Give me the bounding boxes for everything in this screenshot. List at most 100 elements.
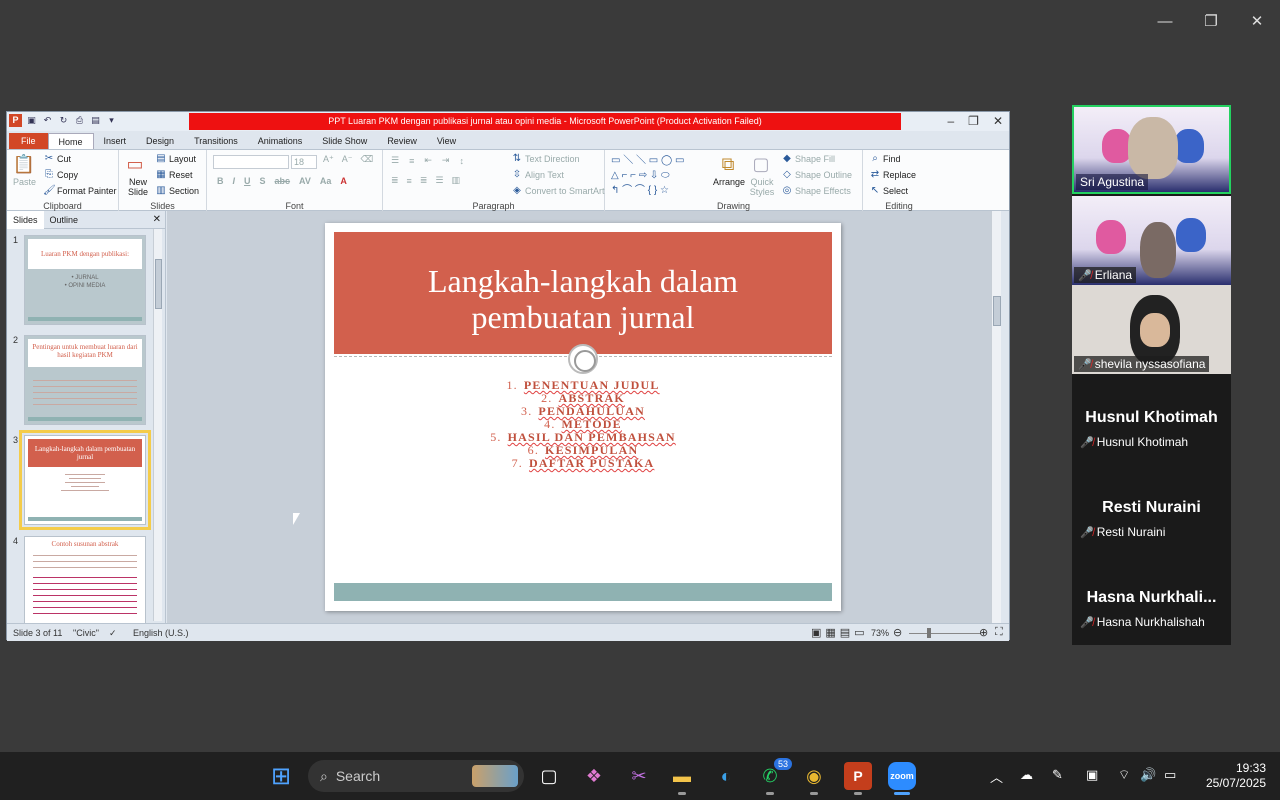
text-direction-button[interactable]: ⇅ Text Direction: [511, 153, 580, 164]
format-painter-button[interactable]: 🖌 Format Painter: [43, 185, 117, 196]
language[interactable]: English (U.S.): [133, 628, 189, 638]
view-buttons[interactable]: ▣▦▤▭: [811, 626, 869, 639]
align-center-icon[interactable]: ≡: [407, 176, 412, 186]
participant-tile[interactable]: 🎤̸ Erliana: [1072, 196, 1231, 285]
canvas-scrollbar[interactable]: [991, 211, 1001, 623]
minimize-button[interactable]: —: [1142, 8, 1188, 34]
pane-scrollbar[interactable]: [153, 229, 162, 621]
zoom-slider-thumb[interactable]: [927, 628, 931, 638]
shrink-font-icon[interactable]: A⁻: [342, 154, 353, 165]
tab-design[interactable]: Design: [136, 133, 184, 149]
undo-icon[interactable]: ↶: [41, 114, 54, 127]
numbering-icon[interactable]: ≡: [409, 156, 414, 166]
align-left-icon[interactable]: ≣: [391, 175, 399, 186]
align-text-button[interactable]: ⇳ Align Text: [511, 169, 564, 180]
slide-title[interactable]: Langkah-langkah dalam pembuatan jurnal: [334, 263, 832, 335]
case-icon[interactable]: Aa: [320, 176, 332, 186]
zoom-slider[interactable]: [909, 633, 981, 634]
participant-tile[interactable]: 🎤̸ shevila nyssasofiana: [1072, 285, 1231, 374]
reset-button[interactable]: ▦ Reset: [155, 169, 192, 180]
participant-tile[interactable]: Resti Nuraini 🎤̸ Resti Nuraini: [1072, 465, 1231, 554]
chrome-icon[interactable]: ◉: [800, 762, 828, 790]
bold-icon[interactable]: B: [217, 176, 224, 186]
ppt-minimize-icon[interactable]: –: [947, 114, 954, 128]
windows-start-icon[interactable]: ⊞: [267, 762, 295, 790]
increase-indent-icon[interactable]: ⇥: [442, 155, 450, 166]
italic-icon[interactable]: I: [233, 176, 236, 186]
copilot-icon[interactable]: ❖: [580, 762, 608, 790]
shapes-gallery[interactable]: ▭ ＼ ＼ ▭ ◯ ▭ △ ⌐ ⌐ ⇨ ⇩ ⬭ ↰ ⌒ ⌒ { } ☆: [611, 153, 707, 197]
participant-tile[interactable]: Hasna Nurkhali... 🎤̸ Hasna Nurkhalishah: [1072, 555, 1231, 644]
quick-styles-button[interactable]: Quick Styles: [747, 177, 777, 197]
tab-view[interactable]: View: [427, 133, 466, 149]
close-button[interactable]: ✕: [1234, 8, 1280, 34]
font-size-select[interactable]: 18: [291, 155, 317, 169]
close-pane-icon[interactable]: ✕: [153, 214, 161, 225]
quick-styles-icon[interactable]: ▢: [749, 152, 773, 176]
shape-outline-button[interactable]: ◇ Shape Outline: [781, 169, 852, 180]
copy-button[interactable]: ⎘ Copy: [43, 169, 78, 180]
decrease-indent-icon[interactable]: ⇤: [424, 155, 432, 166]
battery-icon[interactable]: ▭: [1164, 767, 1176, 783]
find-button[interactable]: ⌕ Find: [869, 153, 900, 164]
bullets-icon[interactable]: ☰: [391, 155, 399, 166]
tab-transitions[interactable]: Transitions: [184, 133, 248, 149]
shape-fill-button[interactable]: ◆ Shape Fill: [781, 153, 835, 164]
section-button[interactable]: ▥ Section: [155, 185, 199, 196]
zoom-level[interactable]: 73%: [871, 628, 889, 638]
tray-chevron-icon[interactable]: ︿: [990, 767, 1003, 786]
volume-icon[interactable]: 🔊: [1140, 767, 1156, 783]
replace-button[interactable]: ⇄ Replace: [869, 169, 916, 180]
spellcheck-icon[interactable]: ✓: [109, 628, 117, 639]
paste-icon[interactable]: 📋: [12, 152, 36, 176]
font-color-icon[interactable]: A: [340, 176, 347, 186]
current-slide[interactable]: Langkah-langkah dalam pembuatan jurnal 1…: [325, 223, 841, 611]
zoom-in-icon[interactable]: ⊕: [979, 626, 988, 639]
tab-file[interactable]: File: [9, 133, 48, 149]
tab-slide-show[interactable]: Slide Show: [312, 133, 377, 149]
cut-button[interactable]: ✂ Cut: [43, 153, 71, 164]
tab-insert[interactable]: Insert: [94, 133, 137, 149]
edge-icon[interactable]: ◐: [712, 762, 740, 790]
participant-tile[interactable]: Husnul Khotimah 🎤̸ Husnul Khotimah: [1072, 375, 1231, 464]
participant-tile[interactable]: Sri Agustina: [1072, 105, 1231, 194]
canvas-scroll-thumb[interactable]: [993, 296, 1001, 326]
clear-format-icon[interactable]: ⌫: [361, 154, 374, 165]
slide-thumbnail-2[interactable]: Pentingan untuk membuat luaran dari hasi…: [24, 335, 146, 425]
align-right-icon[interactable]: ≣: [420, 175, 428, 186]
file-explorer-icon[interactable]: ▬: [668, 762, 696, 790]
tab-home[interactable]: Home: [47, 133, 94, 149]
strike-icon[interactable]: abc: [275, 176, 291, 186]
fit-slide-icon[interactable]: ⛶: [995, 626, 1003, 639]
slide-thumbnail-3[interactable]: Langkah-langkah dalam pembuatan jurnal: [19, 430, 151, 530]
line-spacing-icon[interactable]: ↕: [459, 156, 464, 166]
system-clock[interactable]: 19:33 25/07/2025: [1206, 761, 1266, 791]
arrange-icon[interactable]: ⧉: [716, 152, 740, 176]
ppt-restore-icon[interactable]: ❐: [968, 114, 979, 128]
pen-icon[interactable]: ✎: [1052, 767, 1063, 783]
convert-smartart-button[interactable]: ◈ Convert to SmartArt: [511, 185, 604, 196]
shadow-icon[interactable]: S: [260, 176, 266, 186]
taskbar-search[interactable]: ⌕ Search: [308, 760, 524, 792]
tab-review[interactable]: Review: [377, 133, 427, 149]
paste-button[interactable]: Paste: [13, 177, 36, 187]
snipping-tool-icon[interactable]: ✂: [625, 762, 653, 790]
restore-button[interactable]: ❐: [1188, 8, 1234, 34]
pane-scroll-thumb[interactable]: [155, 259, 162, 309]
slide-thumbnail-4[interactable]: Contoh susunan abstrak: [24, 536, 146, 624]
shape-effects-button[interactable]: ◎ Shape Effects: [781, 185, 851, 196]
new-slide-button[interactable]: New Slide: [122, 177, 154, 197]
print-preview-icon[interactable]: ⎙: [73, 114, 86, 127]
font-name-select[interactable]: [213, 155, 289, 169]
new-slide-icon[interactable]: ▭: [123, 152, 147, 176]
whatsapp-icon[interactable]: ✆ 53: [756, 758, 792, 790]
zoom-icon[interactable]: zoom: [888, 762, 916, 790]
tab-animations[interactable]: Animations: [248, 133, 313, 149]
slide-thumbnail-1[interactable]: Luaran PKM dengan publikasi: • JURNAL • O…: [24, 235, 146, 325]
underline-icon[interactable]: U: [244, 176, 251, 186]
customize-icon[interactable]: ▾: [105, 114, 118, 127]
onedrive-icon[interactable]: ☁: [1020, 767, 1033, 783]
zoom-out-icon[interactable]: ⊖: [893, 626, 902, 639]
arrange-button[interactable]: Arrange: [713, 177, 745, 187]
layout-button[interactable]: ▤ Layout: [155, 153, 196, 164]
